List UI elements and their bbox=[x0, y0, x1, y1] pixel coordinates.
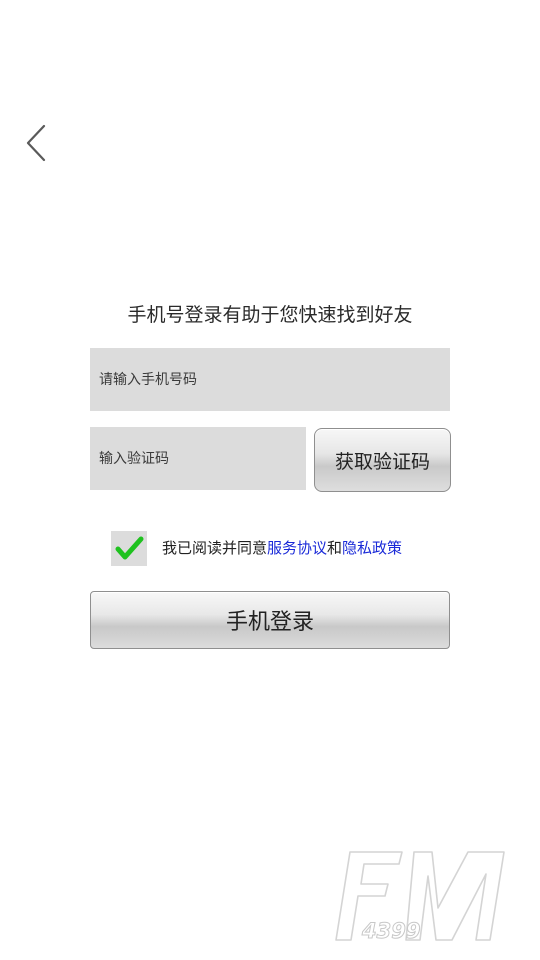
agreement-conjunction: 和 bbox=[327, 539, 343, 557]
chevron-left-icon bbox=[26, 124, 46, 162]
watermark-number: 4399 bbox=[361, 919, 420, 943]
phone-login-button[interactable]: 手机登录 bbox=[90, 591, 450, 649]
privacy-policy-link[interactable]: 隐私政策 bbox=[342, 539, 402, 557]
service-agreement-link[interactable]: 服务协议 bbox=[267, 539, 327, 557]
page-subtitle: 手机号登录有助于您快速找到好友 bbox=[127, 304, 413, 326]
verification-code-input[interactable] bbox=[90, 427, 306, 490]
phone-login-button-label: 手机登录 bbox=[225, 610, 314, 635]
agreement-text: 我已阅读并同意服务协议和隐私政策 bbox=[162, 536, 402, 560]
phone-number-input[interactable] bbox=[90, 348, 450, 411]
back-button[interactable] bbox=[18, 118, 58, 168]
agreement-prefix: 我已阅读并同意 bbox=[162, 539, 268, 557]
fm-4399-watermark-logo: 4399 bbox=[335, 851, 505, 944]
agreement-checkbox[interactable] bbox=[111, 531, 147, 566]
get-code-button-label: 获取验证码 bbox=[334, 450, 430, 473]
checkmark-icon bbox=[115, 536, 144, 560]
get-code-button[interactable]: 获取验证码 bbox=[314, 428, 451, 492]
